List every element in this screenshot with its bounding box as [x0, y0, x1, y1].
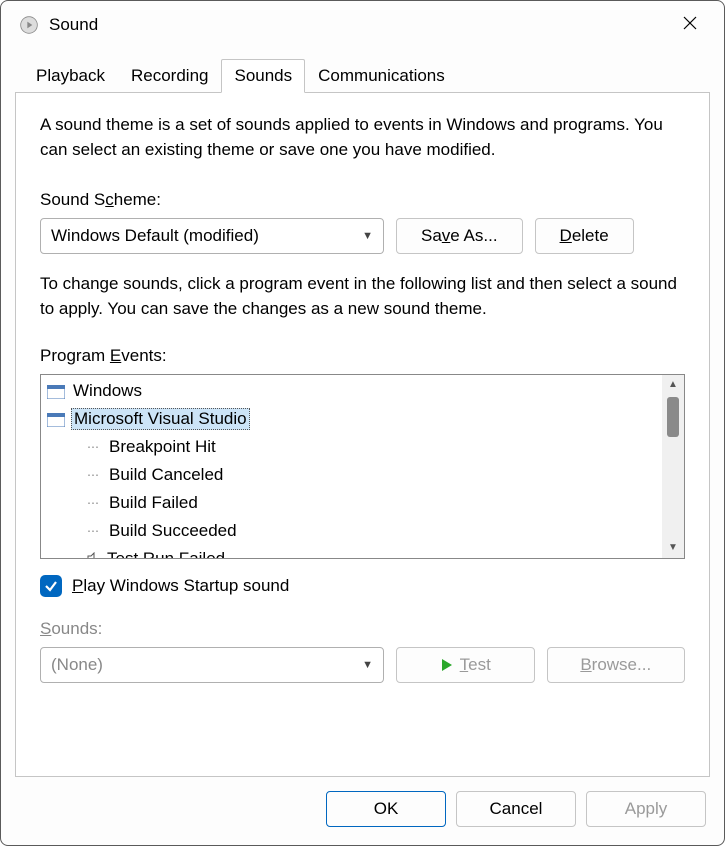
- speaker-icon: [87, 549, 101, 558]
- browse-button[interactable]: Browse...: [547, 647, 686, 683]
- tab-sounds[interactable]: Sounds: [221, 59, 305, 93]
- program-events-label: Program Events:: [40, 346, 685, 366]
- tree-scrollbar[interactable]: ▲ ▼: [662, 375, 684, 558]
- theme-description: A sound theme is a set of sounds applied…: [40, 113, 685, 162]
- sound-dialog: Sound Playback Recording Sounds Communic…: [0, 0, 725, 846]
- tab-playback[interactable]: Playback: [23, 59, 118, 93]
- save-as-button[interactable]: Save As...: [396, 218, 523, 254]
- tab-content: A sound theme is a set of sounds applied…: [15, 92, 710, 777]
- scroll-down-icon[interactable]: ▼: [662, 538, 684, 558]
- chevron-down-icon: ▼: [362, 659, 373, 671]
- dialog-footer: OK Cancel Apply: [1, 791, 724, 845]
- tree-event-build-canceled[interactable]: ⋯ Build Canceled: [41, 461, 684, 489]
- window-group-icon: [47, 412, 65, 426]
- window-title: Sound: [49, 15, 670, 35]
- test-button[interactable]: Test: [396, 647, 535, 683]
- scroll-up-icon[interactable]: ▲: [662, 375, 684, 395]
- sound-scheme-label: Sound Scheme:: [40, 190, 685, 210]
- play-startup-checkbox-row[interactable]: Play Windows Startup sound: [40, 575, 685, 597]
- program-events-tree[interactable]: Windows Microsoft Visual Studio ⋯ Breakp…: [40, 374, 685, 559]
- tree-connector-icon: ⋯: [87, 524, 107, 538]
- sounds-dropdown[interactable]: (None) ▼: [40, 647, 384, 683]
- apply-button[interactable]: Apply: [586, 791, 706, 827]
- cancel-button[interactable]: Cancel: [456, 791, 576, 827]
- tree-connector-icon: ⋯: [87, 496, 107, 510]
- scrollbar-thumb[interactable]: [667, 397, 679, 437]
- tree-event-build-failed[interactable]: ⋯ Build Failed: [41, 489, 684, 517]
- close-button[interactable]: [670, 16, 710, 35]
- tree-event-build-succeeded[interactable]: ⋯ Build Succeeded: [41, 517, 684, 545]
- play-startup-checkbox[interactable]: [40, 575, 62, 597]
- sounds-value: (None): [51, 655, 362, 675]
- check-icon: [44, 579, 58, 593]
- ok-button[interactable]: OK: [326, 791, 446, 827]
- sounds-label: Sounds:: [40, 619, 685, 639]
- play-startup-label: Play Windows Startup sound: [72, 576, 289, 596]
- tree-connector-icon: ⋯: [87, 440, 107, 454]
- tree-group-windows[interactable]: Windows: [41, 377, 684, 405]
- titlebar: Sound: [1, 1, 724, 45]
- play-icon: [440, 658, 454, 672]
- window-group-icon: [47, 384, 65, 398]
- close-icon: [683, 16, 697, 30]
- change-sounds-description: To change sounds, click a program event …: [40, 272, 685, 321]
- tree-connector-icon: ⋯: [87, 468, 107, 482]
- sound-app-icon: [19, 15, 39, 35]
- tree-group-visual-studio[interactable]: Microsoft Visual Studio: [41, 405, 684, 433]
- sound-scheme-dropdown[interactable]: Windows Default (modified) ▼: [40, 218, 384, 254]
- tab-communications[interactable]: Communications: [305, 59, 458, 93]
- tab-bar: Playback Recording Sounds Communications: [1, 45, 724, 93]
- tree-event-breakpoint-hit[interactable]: ⋯ Breakpoint Hit: [41, 433, 684, 461]
- sound-scheme-value: Windows Default (modified): [51, 226, 362, 246]
- delete-button[interactable]: Delete: [535, 218, 634, 254]
- tree-event-test-run-failed[interactable]: Test Run Failed: [41, 545, 684, 558]
- chevron-down-icon: ▼: [362, 230, 373, 242]
- tab-recording[interactable]: Recording: [118, 59, 222, 93]
